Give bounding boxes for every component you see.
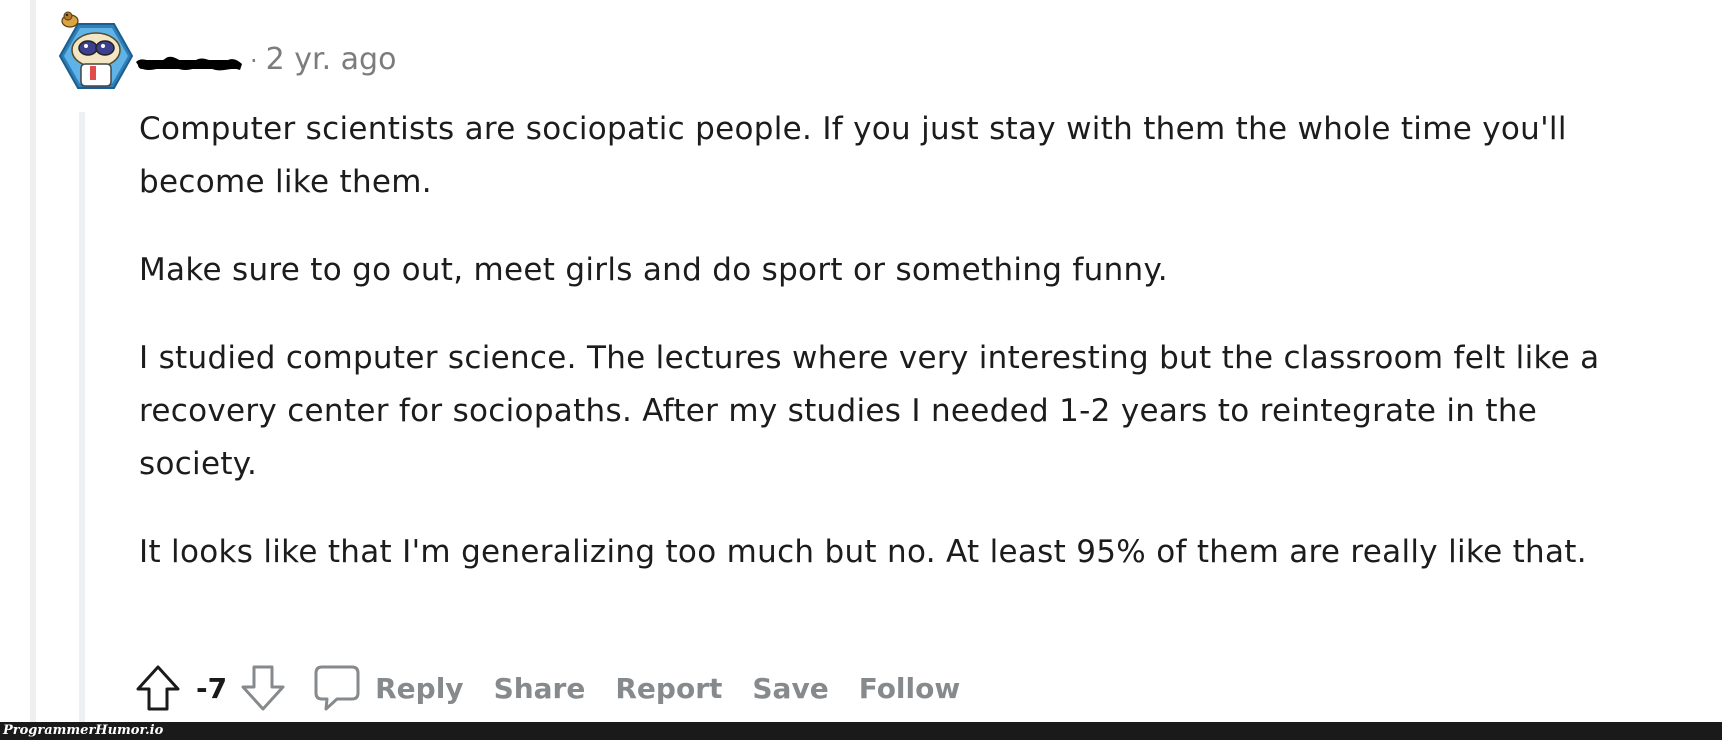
- save-button[interactable]: Save: [752, 672, 828, 705]
- comment-body: Computer scientists are sociopatic peopl…: [139, 103, 1639, 614]
- comment-thread-line[interactable]: [79, 112, 85, 722]
- avatar-image: [58, 11, 134, 89]
- share-button[interactable]: Share: [494, 672, 586, 705]
- comment-paragraph: I studied computer science. The lectures…: [139, 340, 1600, 482]
- follow-button[interactable]: Follow: [859, 672, 961, 705]
- speech-bubble-icon: [314, 665, 360, 711]
- arrow-up-outline-icon: [136, 665, 180, 711]
- comment-timestamp[interactable]: 2 yr. ago: [266, 42, 397, 77]
- report-button[interactable]: Report: [615, 672, 722, 705]
- comment-paragraph: Make sure to go out, meet girls and do s…: [139, 252, 1168, 288]
- parent-thread-line[interactable]: [30, 0, 36, 722]
- username-redacted[interactable]: [132, 48, 244, 76]
- upvote-button[interactable]: [134, 663, 182, 713]
- comment-action-bar: -7 Reply Share Report Save Follow: [134, 662, 960, 714]
- arrow-down-outline-icon: [241, 665, 285, 711]
- watermark-bar: ProgrammerHumor.io: [0, 722, 1722, 740]
- comment-meta: · 2 yr. ago: [250, 42, 396, 77]
- comment-paragraph: Computer scientists are sociopatic peopl…: [139, 111, 1567, 200]
- reply-button[interactable]: Reply: [313, 663, 464, 713]
- watermark-text: ProgrammerHumor.io: [3, 723, 164, 738]
- user-avatar[interactable]: [48, 8, 138, 94]
- downvote-button[interactable]: [239, 663, 287, 713]
- comment-paragraph: It looks like that I'm generalizing too …: [139, 534, 1587, 570]
- meta-separator: ·: [250, 47, 258, 75]
- reply-label[interactable]: Reply: [375, 672, 463, 705]
- vote-count: -7: [196, 671, 228, 705]
- redaction-scribble: [136, 56, 242, 71]
